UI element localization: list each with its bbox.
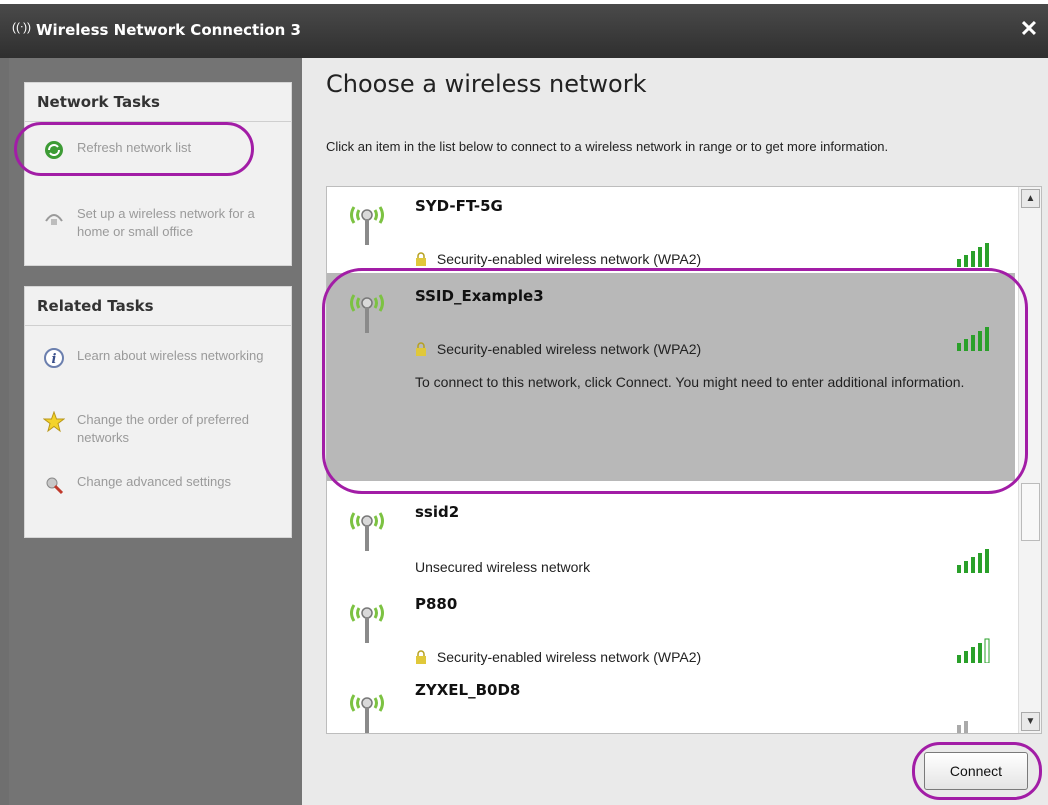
network-ssid: ZYXEL_B0D8	[415, 681, 521, 699]
network-list[interactable]: SYD-FT-5G Security-enabled wireless netw…	[326, 186, 1042, 734]
network-security-label: Security-enabled wireless network (WPA2)	[436, 649, 702, 665]
setup-wireless-network-label: Set up a wireless network for a home or …	[77, 206, 255, 239]
wireless-antenna-icon	[350, 694, 384, 733]
scroll-up-button[interactable]: ▲	[1021, 189, 1040, 208]
network-security-label: Security-enabled wireless network (WPA2)	[436, 251, 702, 267]
window-title: Wireless Network Connection 3	[36, 21, 301, 39]
refresh-network-list-label: Refresh network list	[77, 140, 192, 155]
signal-strength-icon	[957, 549, 989, 573]
network-item-ssid2[interactable]: ssid2 Unsecured wireless network	[327, 487, 1015, 583]
connect-button[interactable]: Connect	[924, 752, 1028, 790]
network-security-label: Security-enabled wireless network (WPA2)	[436, 341, 702, 357]
close-button[interactable]: ✕	[1018, 18, 1040, 40]
network-item-ssid-example3[interactable]: SSID_Example3 Security-enabled wireless …	[327, 273, 1015, 481]
setup-wireless-icon	[45, 214, 63, 225]
network-tasks-panel: Network Tasks Refresh network list Set u…	[24, 82, 292, 266]
refresh-network-list-link[interactable]: Refresh network list	[25, 139, 291, 163]
setup-wireless-network-link[interactable]: Set up a wireless network for a home or …	[25, 205, 291, 245]
network-security-status: Security-enabled wireless network (WPA2)	[415, 649, 701, 665]
wireless-title-icon: ((ᐧ))	[12, 20, 32, 34]
network-ssid: SYD-FT-5G	[415, 197, 503, 215]
wireless-antenna-icon	[350, 294, 384, 333]
lock-icon	[416, 650, 426, 664]
network-security-status: Security-enabled wireless network (WPA2)	[415, 251, 701, 267]
related-tasks-panel: Related Tasks i Learn about wireless net…	[24, 286, 292, 538]
related-tasks-header: Related Tasks	[25, 287, 291, 326]
refresh-icon	[45, 141, 63, 159]
change-order-link[interactable]: Change the order of preferred networks	[25, 411, 291, 451]
signal-strength-icon	[957, 721, 968, 733]
signal-strength-icon	[957, 638, 990, 663]
signal-strength-icon	[957, 243, 989, 267]
network-ssid: SSID_Example3	[415, 287, 544, 305]
learn-wireless-link[interactable]: i Learn about wireless networking	[25, 347, 291, 387]
info-icon: i	[44, 348, 64, 368]
lock-icon	[416, 342, 426, 356]
scroll-down-button[interactable]: ▼	[1021, 712, 1040, 731]
network-security-label: Unsecured wireless network	[415, 559, 591, 575]
wireless-antenna-icon	[350, 206, 384, 245]
wireless-network-window: ((ᐧ)) Wireless Network Connection 3 ✕ Ne…	[0, 0, 1048, 805]
network-item-p880[interactable]: P880 Security-enabled wireless network (…	[327, 583, 1015, 673]
change-order-label: Change the order of preferred networks	[77, 412, 249, 445]
wireless-antenna-icon	[350, 512, 384, 551]
network-item-zyxel-b0d8[interactable]: ZYXEL_B0D8	[327, 673, 1015, 733]
star-icon	[43, 411, 65, 433]
signal-strength-icon	[957, 327, 989, 351]
page-title: Choose a wireless network	[326, 70, 647, 98]
network-ssid: P880	[415, 595, 458, 613]
wireless-antenna-icon	[350, 604, 384, 643]
settings-icon	[46, 477, 64, 495]
network-item-syd-ft-5g[interactable]: SYD-FT-5G Security-enabled wireless netw…	[327, 187, 1015, 273]
network-list-scrollbar[interactable]: ▲ ▼	[1018, 187, 1041, 733]
lock-icon	[416, 252, 426, 266]
network-security-status: Security-enabled wireless network (WPA2)	[415, 341, 701, 357]
network-ssid: ssid2	[415, 503, 460, 521]
network-tasks-header: Network Tasks	[25, 83, 291, 122]
instructions-text: Click an item in the list below to conne…	[326, 139, 889, 154]
svg-text:i: i	[52, 352, 57, 367]
change-advanced-settings-label: Change advanced settings	[77, 474, 231, 489]
title-bar: ((ᐧ)) Wireless Network Connection 3 ✕	[0, 4, 1048, 58]
learn-wireless-label: Learn about wireless networking	[77, 348, 264, 363]
scrollbar-thumb[interactable]	[1021, 483, 1040, 541]
change-advanced-settings-link[interactable]: Change advanced settings	[25, 473, 291, 513]
network-connect-hint: To connect to this network, click Connec…	[415, 374, 965, 390]
